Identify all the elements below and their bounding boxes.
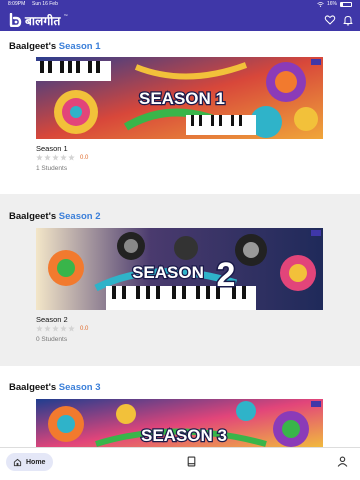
heart-icon[interactable] — [324, 14, 336, 26]
app-header: 8:09PM Sun 16 Feb 16% बालगीत ™ — [0, 0, 360, 31]
star-icon — [36, 325, 43, 332]
profile-icon[interactable] — [337, 456, 348, 467]
star-icon — [60, 154, 67, 161]
banner-title: SEASON — [132, 263, 204, 282]
star-icon — [44, 325, 51, 332]
status-date: Sun 16 Feb — [32, 1, 58, 7]
logo-b-icon — [9, 13, 22, 27]
status-right: 16% — [317, 0, 352, 9]
section-title: Baalgeet's Season 3 — [9, 382, 101, 393]
section-title-prefix: Baalgeet's — [9, 41, 59, 52]
course-banner[interactable]: SEASON 2 — [36, 228, 323, 310]
course-banner[interactable]: SEASON 3 — [36, 399, 323, 450]
student-count: 1 Students — [36, 165, 68, 172]
bell-icon[interactable] — [342, 14, 354, 26]
section-title: Baalgeet's Season 2 — [9, 211, 101, 222]
section-title-prefix: Baalgeet's — [9, 382, 59, 393]
nav-home-label: Home — [26, 458, 46, 466]
star-icon — [68, 325, 75, 332]
battery-icon — [340, 2, 352, 7]
section-title-season[interactable]: Season 1 — [59, 41, 101, 52]
banner-title: SEASON 1 — [139, 89, 225, 108]
star-icon — [36, 154, 43, 161]
star-icon — [44, 154, 51, 161]
star-icon — [68, 154, 75, 161]
nav-home[interactable]: Home — [6, 453, 53, 471]
banner-number: 2 — [217, 256, 236, 294]
banner-art: SEASON 2 — [36, 228, 323, 310]
banner-art: SEASON 1 — [36, 57, 323, 139]
season-section: Baalgeet's Season 3 SEASON 3 — [0, 366, 360, 450]
section-title-season[interactable]: Season 3 — [59, 382, 101, 393]
section-title-prefix: Baalgeet's — [9, 211, 59, 222]
book-icon[interactable] — [186, 456, 197, 467]
course-name[interactable]: Season 2 — [36, 315, 68, 324]
section-title: Baalgeet's Season 1 — [9, 41, 101, 52]
app-logo[interactable]: बालगीत ™ — [8, 12, 68, 28]
battery-percent: 16% — [326, 1, 337, 7]
course-name[interactable]: Season 1 — [36, 144, 68, 153]
logo-text: बालगीत — [25, 13, 61, 28]
star-icon — [52, 325, 59, 332]
season-section: Baalgeet's Season 1 SEASON 1 Season 1 0.… — [0, 31, 360, 194]
bottom-navigation: Home — [0, 447, 360, 480]
wifi-icon — [317, 2, 324, 7]
season-section: Baalgeet's Season 2 SEASON 2 Season 2 0.… — [0, 194, 360, 366]
home-icon — [13, 458, 22, 466]
banner-title: SEASON 3 — [141, 426, 227, 445]
star-icon — [52, 154, 59, 161]
rating-value: 0.0 — [80, 154, 89, 161]
student-count: 0 Students — [36, 336, 68, 343]
rating: 0.0 — [36, 154, 88, 161]
rating: 0.0 — [36, 325, 88, 332]
logo-trademark: ™ — [63, 12, 68, 18]
status-time: 8:09PM — [8, 1, 26, 7]
course-banner[interactable]: SEASON 1 — [36, 57, 323, 139]
banner-art: SEASON 3 — [36, 399, 323, 450]
section-title-season[interactable]: Season 2 — [59, 211, 101, 222]
star-icon — [60, 325, 67, 332]
status-bar: 8:09PM Sun 16 Feb 16% — [0, 0, 360, 9]
rating-value: 0.0 — [80, 325, 89, 332]
